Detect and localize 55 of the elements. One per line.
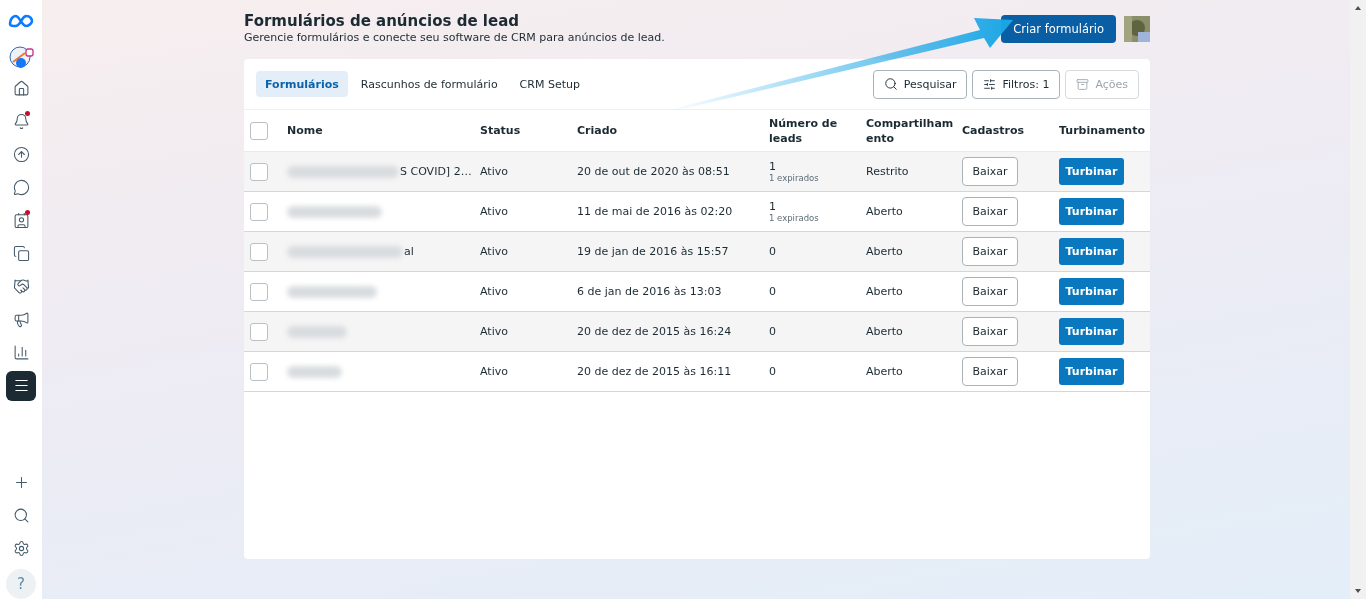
created-cell-text: 20 de out de 2020 às 08:51 bbox=[577, 165, 731, 178]
download-button[interactable]: Baixar bbox=[962, 277, 1018, 306]
tab[interactable]: Formulários bbox=[256, 71, 348, 97]
download-button[interactable]: Baixar bbox=[962, 157, 1018, 186]
sharing-cell-text: Aberto bbox=[866, 285, 904, 298]
created-cell-text: 20 de dez de 2015 às 16:24 bbox=[577, 325, 733, 338]
leads-count: 1 bbox=[769, 160, 777, 173]
boost-button[interactable]: Turbinar bbox=[1059, 318, 1124, 345]
sharing-cell-text: Aberto bbox=[866, 325, 904, 338]
status-cell-text: Ativo bbox=[480, 245, 509, 258]
status-cell-text: Ativo bbox=[480, 365, 509, 378]
download-button[interactable]: Baixar bbox=[962, 317, 1018, 346]
status-cell-text: Ativo bbox=[480, 165, 509, 178]
column-header: Criado bbox=[577, 123, 619, 138]
tab[interactable]: CRM Setup bbox=[510, 71, 589, 97]
status-cell-text: Ativo bbox=[480, 205, 509, 218]
column-header: Turbinamento bbox=[1059, 123, 1147, 138]
column-header: Compartilhamento bbox=[866, 115, 955, 146]
leads-count: 0 bbox=[769, 325, 777, 338]
tab[interactable]: Rascunhos de formulário bbox=[351, 71, 507, 97]
expired-count: 1 expirados bbox=[769, 213, 820, 223]
sharing-cell-text: Restrito bbox=[866, 165, 910, 178]
column-header: Nome bbox=[287, 123, 324, 138]
sharing-cell-text: Aberto bbox=[866, 205, 904, 218]
boost-button[interactable]: Turbinar bbox=[1059, 238, 1124, 265]
page-subtitle: Gerencie formulários e conecte seu software de CRM para anúncios de lead. bbox=[244, 31, 665, 44]
form-name: S COVID] 2… bbox=[400, 165, 472, 178]
column-header: Número de leads bbox=[769, 115, 839, 146]
boost-button[interactable]: Turbinar bbox=[1059, 158, 1124, 185]
created-cell-text: 6 de jan de 2016 às 13:03 bbox=[577, 285, 723, 298]
leads-count: 0 bbox=[769, 245, 777, 258]
status-cell-text: Ativo bbox=[480, 285, 509, 298]
column-header: Status bbox=[480, 123, 522, 138]
page-title: Formulários de anúncios de lead bbox=[244, 12, 520, 30]
search-button[interactable]: Pesquisar bbox=[872, 69, 968, 99]
status-cell-text: Ativo bbox=[480, 325, 509, 338]
created-cell-text: 11 de mai de 2016 às 02:20 bbox=[577, 205, 734, 218]
leads-count: 1 bbox=[769, 200, 777, 213]
leads-count: 0 bbox=[769, 365, 777, 378]
sharing-cell-text: Aberto bbox=[866, 365, 904, 378]
created-cell-text: 19 de jan de 2016 às 15:57 bbox=[577, 245, 730, 258]
form-name: al bbox=[404, 245, 414, 258]
created-cell-text: 20 de dez de 2015 às 16:11 bbox=[577, 365, 733, 378]
leads-count: 0 bbox=[769, 285, 777, 298]
download-button[interactable]: Baixar bbox=[962, 237, 1018, 266]
filters-button[interactable]: Filtros: 1 bbox=[972, 69, 1061, 99]
download-button[interactable]: Baixar bbox=[962, 357, 1018, 386]
sharing-cell-text: Aberto bbox=[866, 245, 904, 258]
column-header: Cadastros bbox=[962, 123, 1026, 138]
boost-button[interactable]: Turbinar bbox=[1059, 358, 1124, 385]
boost-button[interactable]: Turbinar bbox=[1059, 278, 1124, 305]
create-form-button[interactable]: Criar formulário bbox=[1001, 15, 1116, 43]
boost-button[interactable]: Turbinar bbox=[1059, 198, 1124, 225]
download-button[interactable]: Baixar bbox=[962, 197, 1018, 226]
expired-count: 1 expirados bbox=[769, 173, 820, 183]
